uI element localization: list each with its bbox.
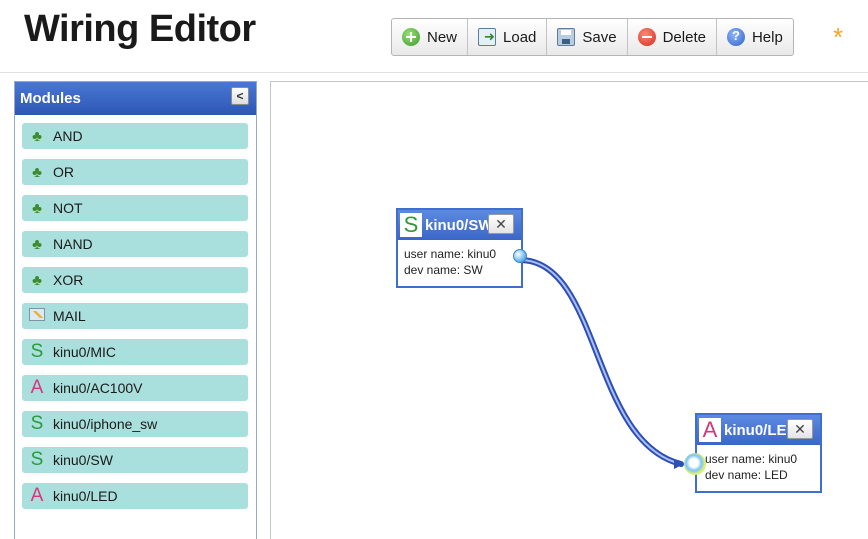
save-button-label: Save xyxy=(582,28,617,46)
sensor-s-icon: S xyxy=(30,341,44,362)
module-item-kinu0-led[interactable]: A kinu0/LED xyxy=(22,483,248,509)
modules-panel: Modules < ♣ AND ♣ OR ♣ NOT ♣ NAND ♣ XOR … xyxy=(14,81,257,539)
module-item-or[interactable]: ♣ OR xyxy=(22,159,248,185)
module-item-kinu0-sw[interactable]: S kinu0/SW xyxy=(22,447,248,473)
close-icon[interactable]: ✕ xyxy=(488,214,514,234)
module-item-not[interactable]: ♣ NOT xyxy=(22,195,248,221)
node-body: user name: kinu0 dev name: SW xyxy=(398,240,521,286)
node-dev-name: dev name: SW xyxy=(404,263,483,277)
new-icon xyxy=(402,28,420,46)
module-label: kinu0/LED xyxy=(53,488,118,504)
help-icon xyxy=(726,28,745,46)
module-node-kinu0-led[interactable]: A kinu0/LED ✕ user name: kinu0 dev name:… xyxy=(684,413,822,493)
node-title: kinu0/SW xyxy=(425,216,493,234)
logic-gate-icon: ♣ xyxy=(32,235,42,253)
load-icon xyxy=(478,28,497,46)
toolbar: New Load Save Delete Help xyxy=(391,18,794,56)
sensor-s-icon: S xyxy=(30,449,44,470)
modules-list: ♣ AND ♣ OR ♣ NOT ♣ NAND ♣ XOR MAIL S kin… xyxy=(15,115,256,539)
close-icon[interactable]: ✕ xyxy=(787,419,813,439)
node-user-name: user name: kinu0 xyxy=(404,247,497,261)
node-user-name: user name: kinu0 xyxy=(705,452,798,466)
module-item-kinu0-mic[interactable]: S kinu0/MIC xyxy=(22,339,248,365)
logic-gate-icon: ♣ xyxy=(32,127,42,145)
module-item-nand[interactable]: ♣ NAND xyxy=(22,231,248,257)
new-button-label: New xyxy=(427,28,458,46)
node-header[interactable]: S kinu0/SW ✕ xyxy=(398,210,521,240)
node-header[interactable]: A kinu0/LED ✕ xyxy=(697,415,820,445)
app-header: Wiring Editor New Load Save Delete Help … xyxy=(0,0,868,72)
delete-button[interactable]: Delete xyxy=(628,19,717,55)
input-terminal[interactable] xyxy=(684,453,706,475)
module-item-xor[interactable]: ♣ XOR xyxy=(22,267,248,293)
module-label: NOT xyxy=(53,200,83,216)
help-button[interactable]: Help xyxy=(717,19,793,55)
header-divider xyxy=(0,72,868,73)
actuator-a-icon: A xyxy=(699,417,721,442)
module-item-kinu0-iphone-sw[interactable]: S kinu0/iphone_sw xyxy=(22,411,248,437)
help-button-label: Help xyxy=(751,28,783,46)
load-button[interactable]: Load xyxy=(468,19,548,55)
output-terminal[interactable] xyxy=(513,249,527,263)
node-dev-name: dev name: LED xyxy=(705,468,788,482)
actuator-a-icon: A xyxy=(30,377,44,398)
node-body: user name: kinu0 dev name: LED xyxy=(697,445,820,491)
module-item-mail[interactable]: MAIL xyxy=(22,303,248,329)
logic-gate-icon: ♣ xyxy=(32,271,42,289)
unsaved-star-icon: * xyxy=(833,22,844,52)
logic-gate-icon: ♣ xyxy=(32,199,42,217)
save-icon xyxy=(557,28,576,46)
module-label: kinu0/iphone_sw xyxy=(53,416,158,432)
new-button[interactable]: New xyxy=(392,19,469,55)
module-label: MAIL xyxy=(53,308,86,324)
logic-gate-icon: ♣ xyxy=(32,163,42,181)
module-label: NAND xyxy=(53,236,93,252)
wire-highlight xyxy=(520,259,682,465)
module-item-and[interactable]: ♣ AND xyxy=(22,123,248,149)
app-title: Wiring Editor xyxy=(24,8,256,50)
save-button[interactable]: Save xyxy=(547,19,628,55)
wiring-canvas[interactable]: S kinu0/SW ✕ user name: kinu0 dev name: … xyxy=(270,81,868,539)
modules-panel-title: Modules xyxy=(20,90,81,107)
module-node-kinu0-sw[interactable]: S kinu0/SW ✕ user name: kinu0 dev name: … xyxy=(396,208,527,288)
modules-panel-header: Modules < xyxy=(15,82,256,115)
module-label: kinu0/SW xyxy=(53,452,113,468)
module-label: AND xyxy=(53,128,83,144)
load-button-label: Load xyxy=(503,28,537,46)
module-label: OR xyxy=(53,164,74,180)
collapse-panel-button[interactable]: < xyxy=(231,87,249,105)
module-label: kinu0/AC100V xyxy=(53,380,143,396)
module-item-kinu0-ac100v[interactable]: A kinu0/AC100V xyxy=(22,375,248,401)
delete-icon xyxy=(637,28,656,46)
sensor-s-icon: S xyxy=(30,413,44,434)
module-label: kinu0/MIC xyxy=(53,344,117,360)
delete-button-label: Delete xyxy=(662,28,706,46)
mail-icon xyxy=(29,308,45,321)
sensor-s-icon: S xyxy=(400,212,422,237)
actuator-a-icon: A xyxy=(30,485,44,506)
module-label: XOR xyxy=(53,272,84,288)
